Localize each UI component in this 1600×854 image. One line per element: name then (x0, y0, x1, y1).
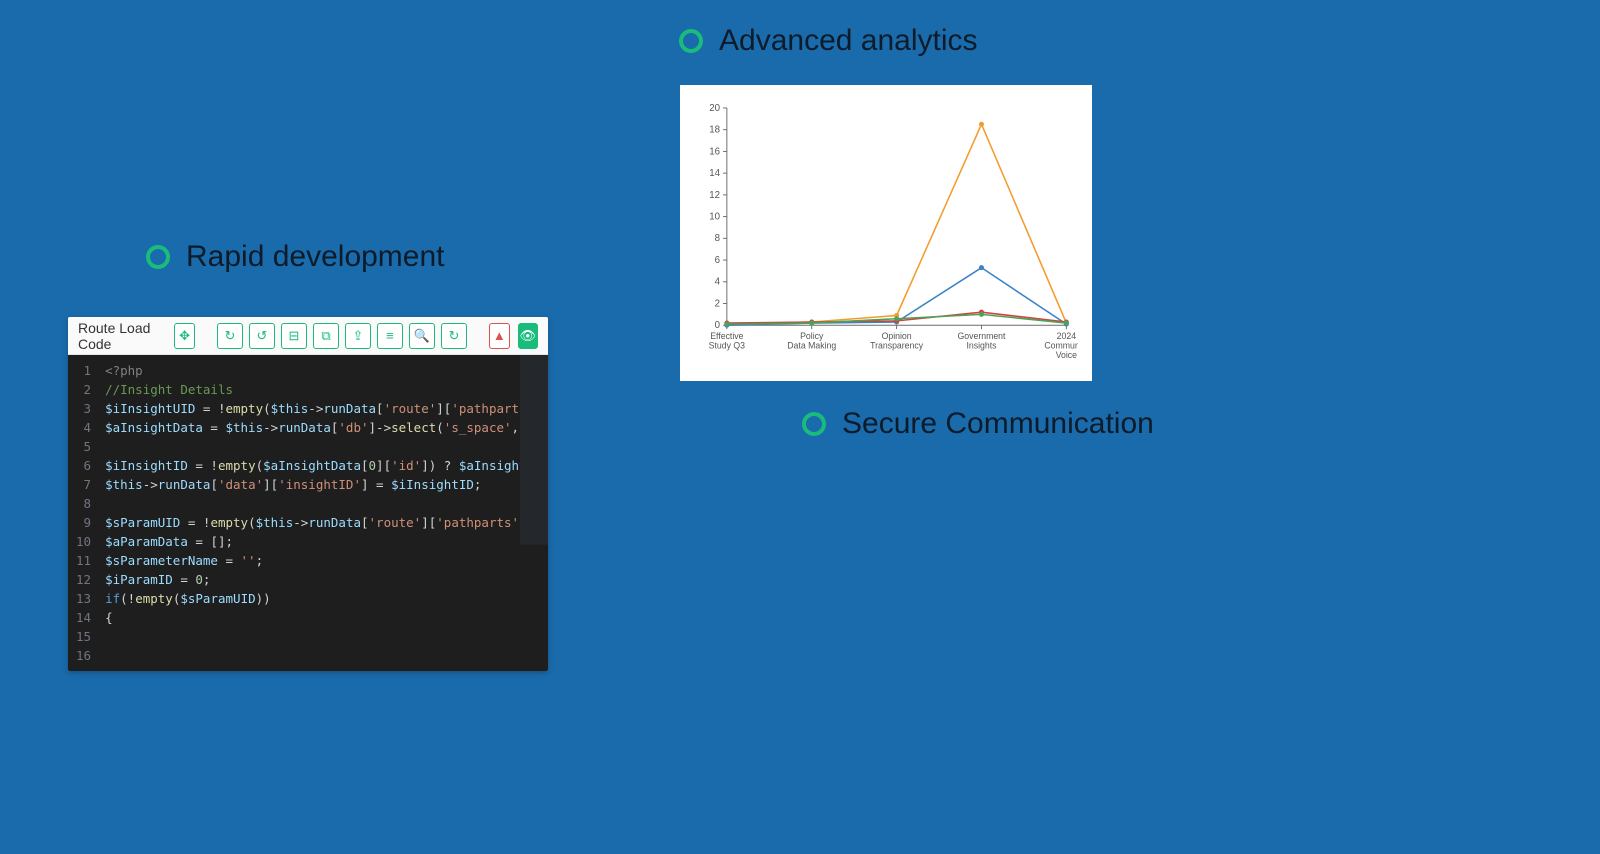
svg-text:20: 20 (709, 103, 720, 114)
feature-secure-communication: Secure Communication (802, 407, 1154, 441)
search-button[interactable]: 🔍 (409, 323, 435, 349)
svg-text:Policy: Policy (800, 331, 824, 341)
svg-text:Study Q3: Study Q3 (709, 341, 745, 351)
collapse-button[interactable]: ⊟ (281, 323, 307, 349)
code-editor-panel: Route Load Code ✥ ↻ ↺ ⊟ ⧉ ⇪ ≡ 🔍 ↻ ▲ 👁 12… (68, 317, 548, 671)
code-line[interactable]: $aParamData = []; (105, 532, 520, 551)
code-line[interactable] (105, 494, 520, 513)
code-line[interactable]: <?php (105, 361, 520, 380)
minimap[interactable] (520, 355, 548, 671)
box-in-button[interactable]: ⇪ (345, 323, 371, 349)
feature-title: Rapid development (186, 240, 445, 274)
code-line[interactable]: $sParamUID = !empty($this->runData['rout… (105, 513, 520, 532)
svg-text:Community: Community (1044, 341, 1078, 351)
bullet-icon (679, 29, 703, 53)
code-line[interactable]: $sParameterName = ''; (105, 551, 520, 570)
reload-ccw-button[interactable]: ↺ (249, 323, 275, 349)
code-area[interactable]: <?php//Insight Details$iInsightUID = !em… (101, 355, 520, 671)
code-line[interactable]: if(!empty($sParamUID)) (105, 589, 520, 608)
code-line[interactable] (105, 437, 520, 456)
editor-toolbar: Route Load Code ✥ ↻ ↺ ⊟ ⧉ ⇪ ≡ 🔍 ↻ ▲ 👁 (68, 317, 548, 355)
code-line[interactable] (105, 646, 520, 665)
svg-text:16: 16 (709, 146, 720, 157)
svg-text:8: 8 (715, 233, 720, 244)
move-button[interactable]: ✥ (174, 323, 194, 349)
svg-text:2: 2 (715, 298, 720, 309)
refresh-button[interactable]: ↻ (441, 323, 467, 349)
code-line[interactable]: { (105, 608, 520, 627)
code-line[interactable]: //Insight Details (105, 380, 520, 399)
editor-body[interactable]: 12345678910111213141516 <?php//Insight D… (68, 355, 548, 671)
feature-title: Advanced analytics (719, 24, 978, 58)
svg-text:Government: Government (957, 331, 1006, 341)
svg-text:Opinion: Opinion (882, 331, 912, 341)
code-line[interactable]: $iInsightID = !empty($aInsightData[0]['i… (105, 456, 520, 475)
code-line[interactable]: $iInsightUID = !empty($this->runData['ro… (105, 399, 520, 418)
feature-title: Secure Communication (842, 407, 1154, 441)
wrap-button[interactable]: ≡ (377, 323, 403, 349)
preview-button[interactable]: 👁 (518, 323, 538, 349)
svg-text:14: 14 (709, 168, 720, 179)
code-line[interactable]: $aInsightData = $this->runData['db']->se… (105, 418, 520, 437)
feature-rapid-dev: Rapid development (146, 240, 445, 274)
line-gutter: 12345678910111213141516 (68, 355, 101, 671)
svg-text:Effective: Effective (710, 331, 743, 341)
code-line[interactable]: $iParamID = 0; (105, 570, 520, 589)
warning-button[interactable]: ▲ (489, 323, 509, 349)
svg-text:Transparency: Transparency (870, 341, 924, 351)
box-out-button[interactable]: ⧉ (313, 323, 339, 349)
svg-text:0: 0 (715, 320, 721, 331)
editor-title: Route Load Code (78, 320, 162, 352)
analytics-chart: 0 2 4 6 8 10 12 14 16 18 20 EffectiveStudy Q3 Policy… (680, 85, 1092, 381)
svg-text:Data Making: Data Making (787, 341, 836, 351)
bullet-icon (146, 245, 170, 269)
code-line[interactable]: $this->runData['data']['insightID'] = $i… (105, 475, 520, 494)
svg-text:12: 12 (709, 190, 720, 201)
chart-svg: 0 2 4 6 8 10 12 14 16 18 20 EffectiveStudy Q3 Policy… (690, 97, 1078, 375)
bullet-icon (802, 412, 826, 436)
feature-advanced-analytics: Advanced analytics (679, 24, 978, 58)
reload-cw-button[interactable]: ↻ (217, 323, 243, 349)
svg-text:10: 10 (709, 212, 720, 223)
svg-text:2024: 2024 (1057, 331, 1077, 341)
svg-text:Voice: Voice (1056, 350, 1077, 360)
svg-text:18: 18 (709, 125, 720, 136)
svg-text:Insights: Insights (966, 341, 997, 351)
svg-text:6: 6 (715, 255, 720, 266)
code-line[interactable] (105, 627, 520, 646)
svg-text:4: 4 (715, 277, 721, 288)
